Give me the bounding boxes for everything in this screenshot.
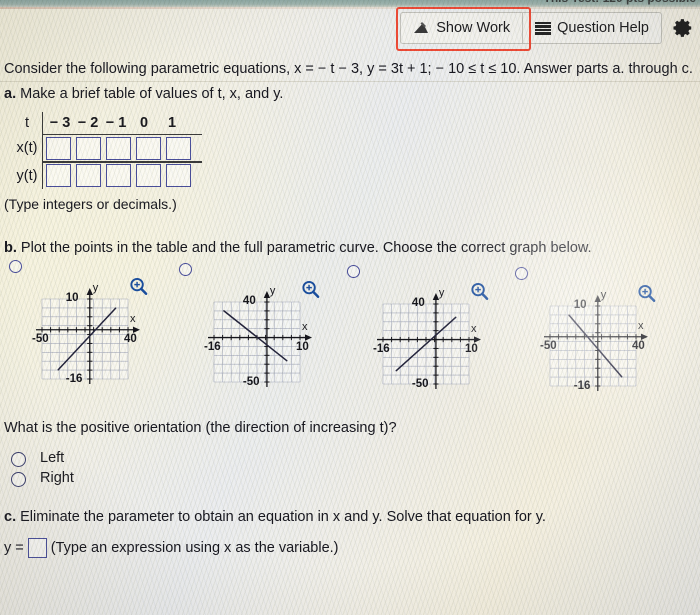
ruler-pencil-icon <box>414 22 429 33</box>
y-tick-min-a: -16 <box>65 373 83 385</box>
row-label-xt: x(t) <box>16 140 38 157</box>
y-tick-max-d: 10 <box>573 299 587 311</box>
graph-option-d-radio[interactable] <box>515 267 528 280</box>
graph-option-b[interactable]: y x 40 -50 -16 10 <box>186 280 336 404</box>
x-tick-min-c: -16 <box>373 342 390 355</box>
x-tick-min-a: -50 <box>32 332 49 345</box>
y-tick-max-a: 10 <box>65 292 79 304</box>
y-input-4[interactable] <box>166 164 191 188</box>
table-row-xt: x(t) <box>12 135 202 162</box>
table-header-row: t − 3 − 2 − 1 0 1 <box>12 112 202 134</box>
orientation-question: What is the positive orientation (the di… <box>4 420 397 436</box>
question-help-label: Question Help <box>557 20 649 36</box>
zoom-in-icon-c[interactable] <box>470 282 489 301</box>
part-b-text: Plot the points in the table and the ful… <box>20 240 592 256</box>
x-input-2[interactable] <box>106 136 131 160</box>
graph-option-d[interactable]: y x 10 -16 -50 40 <box>522 284 672 408</box>
test-points-text: This Test: 120 pts possible <box>544 0 696 5</box>
x-input-3[interactable] <box>136 136 161 160</box>
zoom-in-icon-d[interactable] <box>637 284 656 303</box>
cut-off-top-banner: This Test: 120 pts possible <box>0 0 700 7</box>
y-tick-max-c: 40 <box>411 297 425 309</box>
part-c-text: Eliminate the parameter to obtain an equ… <box>20 509 546 525</box>
orientation-left-radio[interactable] <box>11 452 26 467</box>
question-toolbar: Show Work Question Help <box>396 7 700 51</box>
zoom-in-icon-b[interactable] <box>301 280 320 299</box>
zoom-in-icon-a[interactable] <box>129 277 148 296</box>
table-row-yt: y(t) <box>12 162 202 189</box>
y-input-2[interactable] <box>106 164 131 188</box>
y-axis-label-a: y <box>92 282 99 294</box>
y-axis-label-d: y <box>600 289 607 301</box>
graph-option-c-radio[interactable] <box>347 265 360 278</box>
values-table: t − 3 − 2 − 1 0 1 x(t) y(t) <box>12 112 202 189</box>
x-input-4[interactable] <box>166 136 191 160</box>
y-answer-input[interactable] <box>27 538 47 558</box>
orientation-right-radio[interactable] <box>11 472 26 487</box>
t-value-4: 1 <box>167 115 177 131</box>
gear-icon[interactable] <box>672 17 694 39</box>
x-input-1[interactable] <box>76 136 101 160</box>
x-axis-label-b: x <box>302 320 308 333</box>
y-tick-min-b: -50 <box>242 376 260 388</box>
list-icon <box>535 21 552 35</box>
x-tick-min-b: -16 <box>204 340 221 353</box>
part-a-text: Make a brief table of values of t, x, an… <box>20 86 284 102</box>
graph-option-a-radio[interactable] <box>9 260 22 273</box>
y-answer-hint: (Type an expression using x as the varia… <box>50 539 339 556</box>
show-work-label: Show Work <box>436 20 511 36</box>
part-b-label: b. <box>4 240 17 256</box>
y-tick-min-c: -50 <box>411 378 429 390</box>
table-vertical-rule <box>42 112 43 134</box>
part-c-label: c. <box>4 509 17 525</box>
x-input-0[interactable] <box>46 136 71 160</box>
divider-1 <box>0 81 700 82</box>
x-tick-min-d: -50 <box>540 339 557 352</box>
y-equals-label: y = <box>4 539 24 556</box>
question-prompt: Consider the following parametric equati… <box>4 61 693 77</box>
part-a-line: a. Make a brief table of values of t, x,… <box>4 85 283 103</box>
t-value-1: − 2 <box>77 115 99 131</box>
graph-option-a[interactable]: y x 10 -16 -50 40 <box>14 277 164 401</box>
show-work-button[interactable]: Show Work <box>400 12 524 44</box>
orientation-left-label: Left <box>40 450 65 466</box>
y-input-3[interactable] <box>136 164 161 188</box>
x-axis-label-c: x <box>471 322 477 335</box>
x-tick-max-d: 40 <box>632 339 645 352</box>
y-axis-label-b: y <box>269 285 276 297</box>
t-value-0: − 3 <box>49 115 71 131</box>
t-value-3: 0 <box>139 115 149 131</box>
y-tick-max-b: 40 <box>242 295 256 307</box>
table-hint: (Type integers or decimals.) <box>4 196 177 212</box>
x-tick-max-a: 40 <box>124 332 137 345</box>
x-axis-label-a: x <box>130 312 136 325</box>
graph-option-c[interactable]: y x 40 -50 -16 10 <box>355 282 505 406</box>
y-input-1[interactable] <box>76 164 101 188</box>
row-label-t: t <box>24 115 30 131</box>
part-b-line: b. Plot the points in the table and the … <box>4 239 592 257</box>
y-tick-min-d: -16 <box>573 380 591 392</box>
part-a-label: a. <box>4 86 17 102</box>
x-axis-label-d: x <box>638 319 644 332</box>
orientation-right-label: Right <box>40 470 74 486</box>
part-c-line: c. Eliminate the parameter to obtain an … <box>4 508 546 526</box>
table-vertical-rule-x <box>42 135 43 162</box>
show-work-wrapper: Show Work <box>396 7 532 51</box>
y-axis-label-c: y <box>438 287 445 299</box>
table-vertical-rule-y <box>42 162 43 189</box>
x-tick-max-c: 10 <box>465 342 478 355</box>
x-tick-max-b: 10 <box>296 340 309 353</box>
y-input-0[interactable] <box>46 164 71 188</box>
answer-line: y = (Type an expression using x as the v… <box>4 538 338 558</box>
t-value-2: − 1 <box>105 115 127 131</box>
graph-option-b-radio[interactable] <box>179 263 192 276</box>
question-help-button[interactable]: Question Help <box>523 12 662 44</box>
row-label-yt: y(t) <box>16 167 38 184</box>
